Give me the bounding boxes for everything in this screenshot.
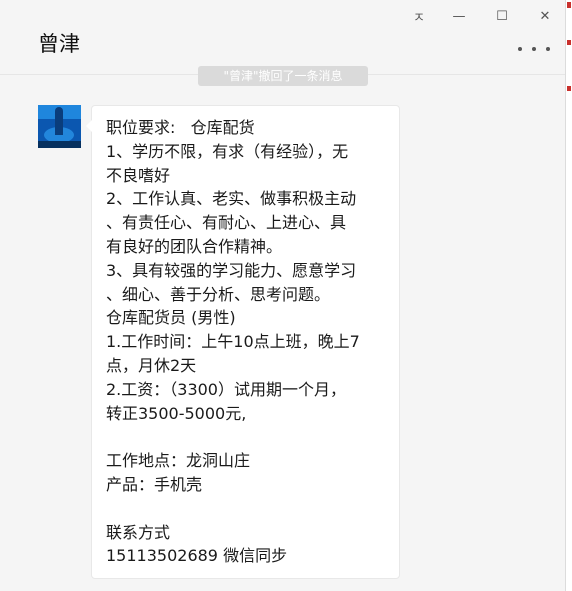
message-line: [106, 497, 389, 521]
adjacent-window-edge: [565, 0, 572, 591]
message-line: 不良嗜好: [106, 165, 171, 185]
message-line: 转正3500-5000元,: [106, 403, 247, 423]
message-line: 1.工作时间：上午10点上班，晚上7: [106, 332, 360, 352]
message-line: 2、工作认真、老实、做事积极主动: [106, 189, 357, 209]
message-line: [106, 425, 389, 449]
minimize-icon[interactable]: —: [448, 6, 470, 26]
pin-icon[interactable]: ㅈ: [408, 6, 430, 26]
avatar[interactable]: [38, 105, 81, 148]
edge-mark: [567, 40, 571, 45]
message-line: 2.工资：（3300）试用期一个月，: [106, 379, 346, 399]
message-line: 1、学历不限，有求（有经验），无: [106, 141, 349, 161]
chat-window: 曾津 ㅈ — ☐ ✕ "曾津"撤回了一条消息 职位要求: 仓库配货 1、学历不限…: [0, 0, 572, 591]
message-line: 3、具有较强的学习能力、愿意学习: [106, 260, 357, 280]
more-dot: [518, 47, 522, 51]
message-line: 职位要求: 仓库配货: [106, 118, 255, 137]
message-line: 产品：手机壳: [106, 474, 203, 494]
message-line: 联系方式: [106, 522, 171, 542]
edge-mark: [567, 2, 571, 8]
message-line: 、有责任心、有耐心、上进心、具: [106, 213, 347, 233]
message-line: 工作地点：龙洞山庄: [106, 451, 251, 471]
recall-notice: "曾津"撤回了一条消息: [198, 66, 368, 86]
chat-title: 曾津: [38, 32, 80, 56]
more-dot: [532, 47, 536, 51]
bubble-arrow: [86, 120, 92, 132]
edge-mark: [567, 86, 571, 91]
maximize-icon[interactable]: ☐: [491, 6, 513, 26]
more-dot: [546, 47, 550, 51]
title-bar: 曾津 ㅈ — ☐ ✕: [0, 0, 566, 75]
message-bubble[interactable]: 职位要求: 仓库配货 1、学历不限，有求（有经验），无 不良嗜好 2、工作认真、…: [86, 105, 400, 579]
close-icon[interactable]: ✕: [534, 6, 556, 26]
message-line: 15113502689 微信同步: [106, 546, 288, 566]
message-line: 有良好的团队合作精神。: [106, 236, 283, 256]
message-line: 、细心、善于分析、思考问题。: [106, 284, 331, 304]
message-line: 点，月休2天: [106, 355, 197, 375]
message-text: 职位要求: 仓库配货 1、学历不限，有求（有经验），无 不良嗜好 2、工作认真、…: [106, 116, 389, 568]
message-line: 仓库配货员 (男性): [106, 308, 236, 328]
more-options-icon[interactable]: [518, 38, 550, 60]
avatar-image: [38, 105, 81, 148]
